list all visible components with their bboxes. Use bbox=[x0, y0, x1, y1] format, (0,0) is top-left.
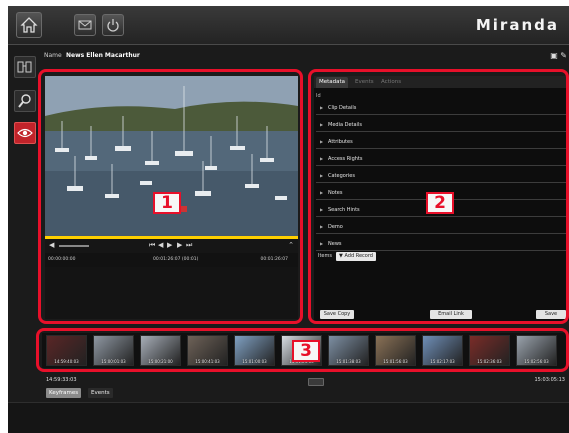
callout-number-3: 3 bbox=[292, 340, 320, 362]
namebar-icons: ▣ ✎ bbox=[550, 51, 567, 60]
name-label: Name bbox=[44, 52, 62, 59]
edit-icon[interactable]: ✎ bbox=[560, 51, 567, 60]
mail-button[interactable] bbox=[74, 14, 96, 36]
keyframe-detail-area bbox=[8, 402, 569, 433]
top-toolbar: Miranda bbox=[8, 6, 569, 45]
miranda-logo: Miranda bbox=[475, 16, 559, 34]
view-button[interactable] bbox=[14, 122, 36, 144]
search-button[interactable] bbox=[14, 90, 36, 112]
timeline-end-tc: 15:03:05:13 bbox=[534, 377, 565, 383]
callout-number-2: 2 bbox=[426, 192, 454, 214]
browse-button[interactable] bbox=[14, 56, 36, 78]
layout-icon[interactable]: ▣ bbox=[550, 51, 558, 60]
tab-keyframes[interactable]: Keyframes bbox=[46, 388, 82, 398]
timeline-start-tc: 14:59:33:03 bbox=[46, 377, 77, 383]
timeline-grip-handle[interactable] bbox=[308, 378, 324, 386]
app-window: Miranda Name News Ellen Macarthur ▣ ✎ ◀ … bbox=[8, 6, 569, 433]
mail-icon bbox=[78, 20, 92, 30]
power-icon bbox=[107, 19, 119, 32]
home-button[interactable] bbox=[16, 12, 42, 38]
asset-name-bar: Name News Ellen Macarthur ▣ ✎ bbox=[44, 50, 569, 64]
callout-number-1: 1 bbox=[153, 192, 181, 214]
search-icon bbox=[18, 94, 31, 108]
power-button[interactable] bbox=[102, 14, 124, 36]
timeline-row: 14:59:33:03 15:03:05:13 bbox=[46, 376, 569, 386]
browse-icon bbox=[17, 61, 32, 73]
tab-bottom-events[interactable]: Events bbox=[88, 388, 113, 398]
home-icon bbox=[20, 17, 38, 33]
asset-name-value: News Ellen Macarthur bbox=[66, 52, 140, 59]
eye-icon bbox=[17, 128, 33, 138]
